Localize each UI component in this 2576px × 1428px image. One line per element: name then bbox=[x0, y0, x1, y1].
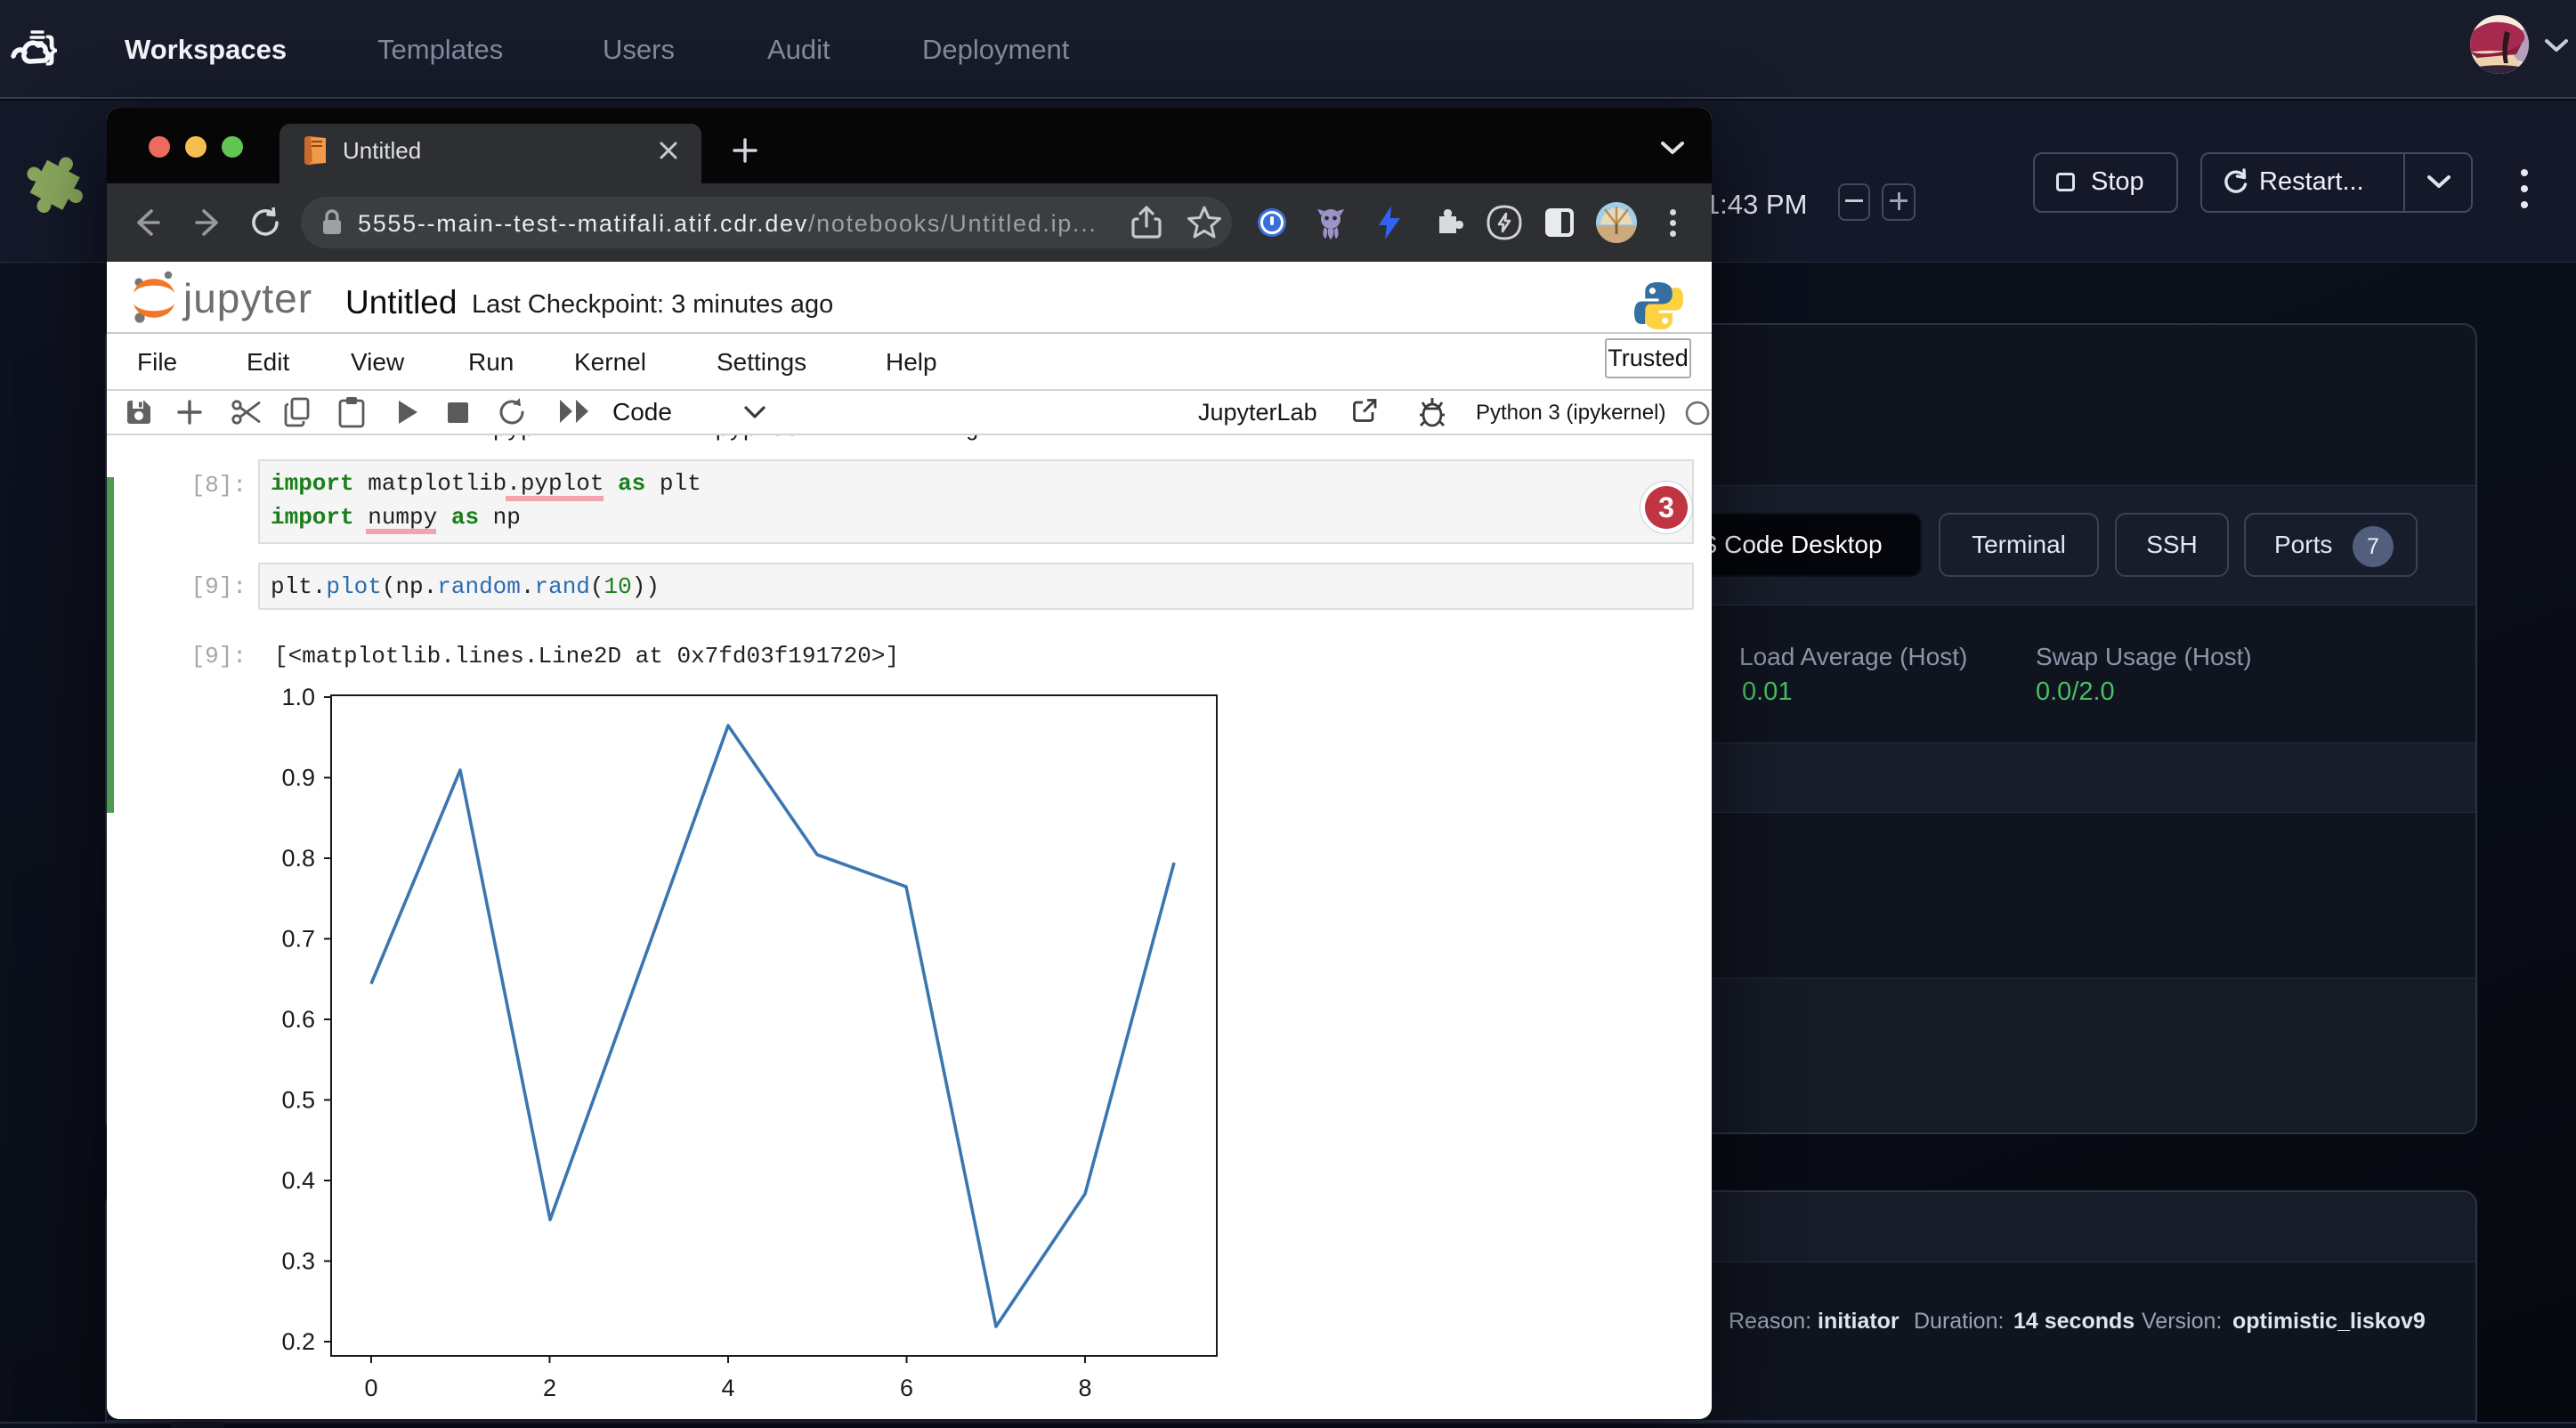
svg-text:0.5: 0.5 bbox=[281, 1087, 315, 1114]
svg-text:0.6: 0.6 bbox=[281, 1006, 315, 1033]
svg-text:8: 8 bbox=[1078, 1375, 1091, 1401]
svg-text:}: } bbox=[45, 29, 57, 66]
svg-text:0.7: 0.7 bbox=[281, 926, 315, 953]
svg-text:0.8: 0.8 bbox=[281, 845, 315, 872]
svg-text:6: 6 bbox=[900, 1375, 913, 1401]
svg-text:0.4: 0.4 bbox=[281, 1167, 315, 1194]
svg-text:0.9: 0.9 bbox=[281, 765, 315, 791]
svg-text:0.2: 0.2 bbox=[281, 1328, 315, 1355]
svg-text:0.3: 0.3 bbox=[281, 1248, 315, 1275]
svg-text:1.0: 1.0 bbox=[281, 686, 315, 710]
svg-text:4: 4 bbox=[721, 1375, 734, 1401]
svg-text:2: 2 bbox=[543, 1375, 556, 1401]
svg-text:0: 0 bbox=[364, 1375, 377, 1401]
